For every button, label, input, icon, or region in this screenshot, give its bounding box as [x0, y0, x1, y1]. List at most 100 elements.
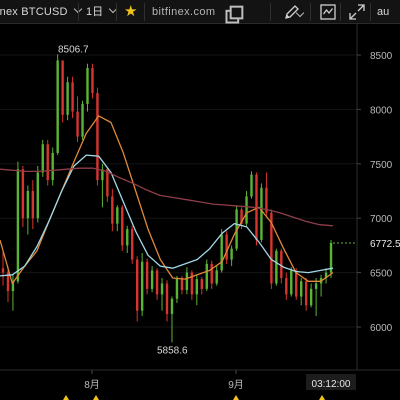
candle-body [155, 270, 159, 295]
candle-body [126, 229, 129, 246]
candle-body [245, 196, 248, 224]
candle [71, 76, 74, 119]
price-tick-label: 8500 [370, 51, 393, 62]
candle [225, 231, 228, 264]
candle-body [220, 234, 223, 271]
candle-body [250, 174, 253, 197]
candle [165, 280, 169, 322]
chart-template-icon[interactable] [318, 2, 338, 22]
candle [126, 225, 129, 254]
candle [200, 276, 203, 295]
candle-body [106, 169, 109, 197]
candle-body [76, 111, 79, 137]
candle [300, 278, 303, 306]
candle-body [290, 270, 293, 295]
candle-body [1, 268, 5, 273]
candle-body [304, 281, 308, 306]
candle-body [86, 68, 89, 104]
event-marker-icon [233, 395, 239, 400]
candle [96, 87, 99, 186]
candle [61, 60, 64, 123]
interval-selector[interactable]: 1日 [86, 0, 118, 24]
candle-body [230, 248, 233, 260]
price-chart[interactable]: 8500 8000 7500 7000 6500 6000 6772.5 8月 9月 03:12… [0, 24, 400, 400]
candle [26, 185, 30, 235]
candle-body [225, 234, 228, 260]
candle-body [180, 278, 184, 291]
symbol-selector[interactable]: inex BTCUSD [0, 0, 82, 24]
candle [51, 147, 54, 186]
candle-body [21, 169, 25, 219]
fullscreen-icon[interactable] [347, 2, 367, 22]
time-axis[interactable]: 8月 9月 03:12:00 [63, 370, 356, 400]
moving-average-slow [0, 167, 334, 227]
candle-body [61, 60, 64, 115]
star-icon[interactable]: ★ [124, 1, 137, 25]
low-price-label: 5858.6 [157, 345, 188, 356]
candle-body [56, 60, 59, 153]
candle-body [175, 278, 179, 299]
candle [140, 253, 144, 317]
auto-scale-button[interactable]: au [377, 0, 389, 24]
candle-body [66, 82, 69, 115]
candle [150, 266, 154, 293]
last-price-label: 6772.5 [370, 239, 400, 250]
event-marker-icon [63, 395, 69, 400]
candle [304, 278, 308, 311]
candle-body [26, 191, 30, 219]
candle [46, 139, 49, 186]
candle [190, 270, 194, 300]
candle-body [91, 68, 94, 94]
toolbar-divider [310, 3, 311, 21]
candle-body [285, 278, 288, 295]
candle-body [205, 263, 208, 289]
price-tick-label: 8000 [370, 105, 393, 116]
event-marker-icon [93, 395, 99, 400]
candle [121, 205, 124, 251]
candle [309, 283, 313, 308]
candle [205, 259, 208, 292]
candle-body [215, 270, 218, 284]
source-link[interactable]: bitfinex.com [152, 0, 216, 24]
candle [111, 188, 114, 232]
candle-body [210, 263, 213, 284]
candle-body [185, 272, 189, 291]
candle-body [150, 270, 154, 289]
candle [275, 248, 278, 286]
candle [260, 183, 263, 243]
candlestick-series [1, 54, 333, 343]
candle [116, 205, 119, 232]
candle [91, 63, 94, 99]
candle [215, 266, 218, 286]
candle-body [36, 172, 39, 219]
source-label: bitfinex.com [152, 6, 216, 18]
candle-body [121, 207, 124, 246]
candle [56, 54, 59, 156]
toolbar-divider [270, 3, 271, 21]
candle [16, 161, 20, 284]
candle-body [131, 229, 134, 260]
auto-scale-label: au [377, 6, 390, 18]
candle-body [195, 279, 199, 295]
candle [160, 278, 164, 311]
candle [185, 267, 189, 295]
candle [324, 268, 328, 284]
chart-grid [0, 24, 400, 371]
price-axis[interactable]: 8500 8000 7500 7000 6500 6000 6772.5 [333, 51, 400, 334]
price-tick-label: 7000 [370, 214, 393, 225]
candle [135, 256, 139, 322]
toolbar-divider [78, 3, 79, 21]
candle-body [309, 288, 313, 306]
crosshair-time-label: 03:12:00 [312, 379, 351, 390]
candle-body [135, 259, 139, 311]
candle [155, 268, 159, 300]
candle-body [295, 270, 298, 297]
candle [285, 272, 288, 300]
candle [170, 296, 174, 343]
external-link-icon[interactable] [224, 5, 244, 25]
candle-body [275, 250, 278, 284]
candle [329, 239, 333, 279]
candle [195, 274, 199, 306]
candle [1, 251, 5, 286]
candle [175, 275, 179, 304]
